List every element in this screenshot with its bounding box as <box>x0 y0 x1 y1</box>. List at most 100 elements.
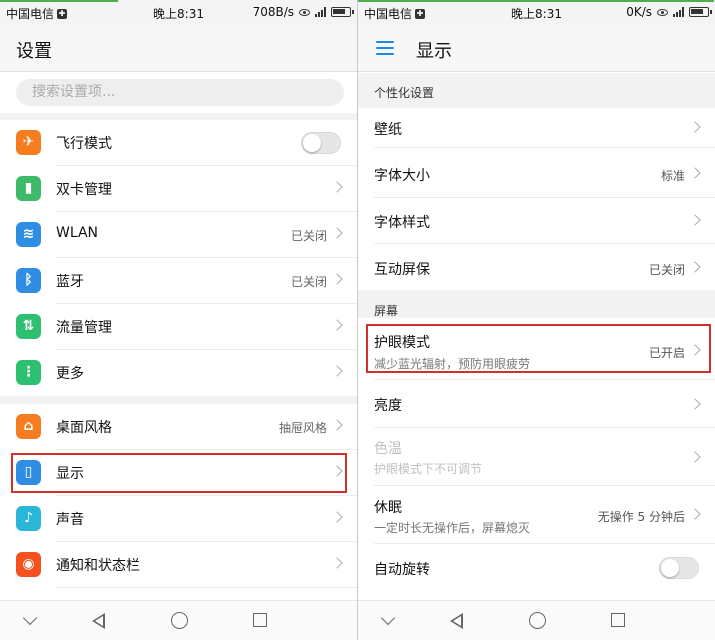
brightness-row[interactable]: 亮度 <box>358 380 715 428</box>
settings-row[interactable]: ◉ 通知和状态栏 <box>0 542 357 588</box>
display-settings-screen: 中国电信 ✚ 晚上8:31 0K/s 显示 个性化设置 壁纸 字体大小 标准 字… <box>358 0 715 640</box>
row-label: 字体大小 <box>374 168 430 184</box>
more-icon: ⋮ <box>16 360 41 385</box>
font-style-row[interactable]: 字体样式 <box>358 198 715 244</box>
chevron-right-icon <box>689 398 701 410</box>
row-label: 互动屏保 <box>374 262 430 278</box>
chevron-right-icon <box>331 319 343 331</box>
download-progress-line <box>358 0 714 2</box>
section-label: 屏幕 <box>374 304 399 318</box>
search-input[interactable]: 搜索设置项... <box>16 79 344 106</box>
row-label: 字体样式 <box>374 215 430 231</box>
chevron-right-icon <box>331 419 343 431</box>
eye-comfort-status-icon <box>657 8 668 16</box>
title-bar: 设置 <box>0 24 357 72</box>
chevron-right-icon <box>689 261 701 273</box>
settings-row[interactable]: ⌂ 桌面风格 抽屉风格 <box>0 404 357 450</box>
page-title: 设置 <box>16 41 52 62</box>
row-value: 抽屉风格 <box>278 421 327 435</box>
chevron-right-icon <box>331 273 343 285</box>
section-header-personalize: 个性化设置 <box>358 73 715 108</box>
display-highlight-box <box>11 453 347 493</box>
eye-comfort-status-icon <box>299 8 310 16</box>
recent-apps-icon[interactable] <box>611 613 625 627</box>
status-bar: 中国电信 ✚ 晚上8:31 0K/s <box>358 0 715 24</box>
chevron-right-icon <box>331 365 343 377</box>
chevron-right-icon <box>331 511 343 523</box>
settings-row[interactable]: ♪ 声音 <box>0 496 357 542</box>
row-label: 声音 <box>56 512 84 528</box>
row-value: 标准 <box>660 169 685 183</box>
title-bar: 显示 <box>358 24 715 72</box>
signal-icon <box>315 7 326 17</box>
eye-comfort-highlight-box <box>366 324 711 373</box>
signal-icon <box>673 7 684 17</box>
section-gap <box>0 113 357 120</box>
row-value: 已关闭 <box>290 275 327 289</box>
font-size-row[interactable]: 字体大小 标准 <box>358 148 715 198</box>
row-value: 无操作 5 分钟后 <box>597 510 685 524</box>
sound-icon: ♪ <box>16 506 41 531</box>
airplane-icon: ✈ <box>16 130 41 155</box>
data-usage-icon: ⇅ <box>16 314 41 339</box>
home-icon[interactable] <box>171 612 188 629</box>
row-subtitle: 护眼模式下不可调节 <box>374 462 483 476</box>
row-label: 休眠 <box>374 500 402 516</box>
settings-row[interactable]: ⇅ 流量管理 <box>0 304 357 350</box>
battery-icon <box>331 7 354 17</box>
back-icon[interactable] <box>450 613 463 629</box>
chevron-right-icon <box>689 167 701 179</box>
home-style-icon: ⌂ <box>16 414 41 439</box>
row-value: 已关闭 <box>290 229 327 243</box>
collapse-nav-icon[interactable] <box>22 610 38 626</box>
wifi-icon: ≋ <box>16 222 41 247</box>
settings-row[interactable]: ≋ WLAN 已关闭 <box>0 212 357 258</box>
settings-row[interactable]: ᛒ 蓝牙 已关闭 <box>0 258 357 304</box>
notification-icon: ◉ <box>16 552 41 577</box>
auto-rotate-toggle[interactable] <box>659 557 699 579</box>
battery-icon <box>689 7 712 17</box>
download-progress-line <box>0 0 118 2</box>
section-label: 个性化设置 <box>374 86 435 100</box>
wallpaper-row[interactable]: 壁纸 <box>358 108 715 148</box>
row-subtitle: 一定时长无操作后，屏幕熄灭 <box>374 521 531 535</box>
divider <box>56 587 357 588</box>
row-label: 流量管理 <box>56 320 112 336</box>
sleep-row[interactable]: 休眠 一定时长无操作后，屏幕熄灭 无操作 5 分钟后 <box>358 486 715 544</box>
row-label: 自动旋转 <box>374 562 430 578</box>
back-icon[interactable] <box>92 613 105 629</box>
chevron-right-icon <box>689 451 701 463</box>
settings-row[interactable]: ✈ 飞行模式 <box>0 120 357 166</box>
bluetooth-icon: ᛒ <box>16 268 41 293</box>
chevron-right-icon <box>689 121 701 133</box>
row-label: 色温 <box>374 441 402 457</box>
row-label: WLAN <box>56 225 99 241</box>
menu-icon[interactable] <box>376 41 394 55</box>
row-label: 亮度 <box>374 398 402 414</box>
row-label: 更多 <box>56 366 84 382</box>
net-speed: 708B/s <box>252 5 294 19</box>
chevron-right-icon <box>689 508 701 520</box>
row-label: 双卡管理 <box>56 182 112 198</box>
recent-apps-icon[interactable] <box>253 613 267 627</box>
sim-card-icon: ▮ <box>16 176 41 201</box>
section-header-screen: 屏幕 <box>358 290 715 318</box>
screensaver-row[interactable]: 互动屏保 已关闭 <box>358 244 715 290</box>
chevron-right-icon <box>331 181 343 193</box>
chevron-right-icon <box>689 214 701 226</box>
row-label: 桌面风格 <box>56 420 112 436</box>
net-speed: 0K/s <box>626 5 652 19</box>
auto-rotate-row[interactable]: 自动旋转 <box>358 544 715 592</box>
settings-row[interactable]: ⋮ 更多 <box>0 350 357 396</box>
row-label: 壁纸 <box>374 122 402 138</box>
home-icon[interactable] <box>529 612 546 629</box>
color-temperature-row: 色温 护眼模式下不可调节 <box>358 428 715 486</box>
row-label: 飞行模式 <box>56 136 112 152</box>
airplane-mode-toggle[interactable] <box>301 132 341 154</box>
row-label: 通知和状态栏 <box>56 558 140 574</box>
settings-row[interactable]: ▮ 双卡管理 <box>0 166 357 212</box>
collapse-nav-icon[interactable] <box>380 610 396 626</box>
status-bar: 中国电信 ✚ 晚上8:31 708B/s <box>0 0 357 24</box>
row-value: 已关闭 <box>648 263 685 277</box>
chevron-right-icon <box>331 227 343 239</box>
